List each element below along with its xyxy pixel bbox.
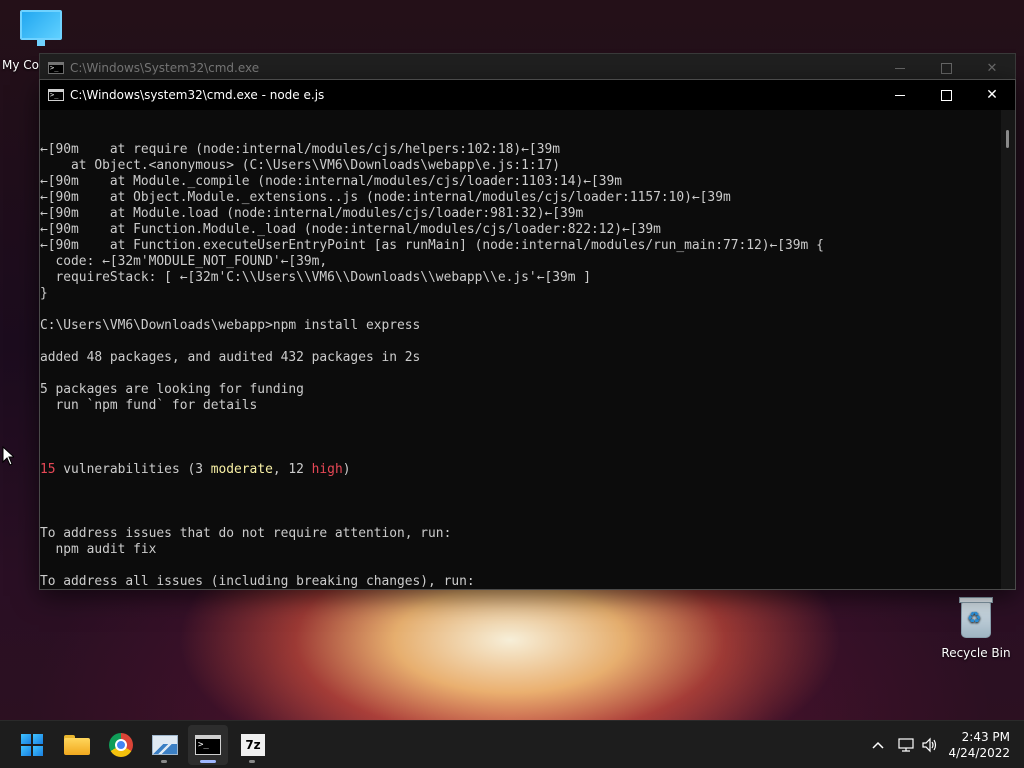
running-indicator <box>161 760 167 763</box>
console-line: ←[90m at Object.Module._extensions..js (… <box>40 190 731 205</box>
minimize-button[interactable] <box>877 54 923 82</box>
running-indicator <box>249 760 255 763</box>
console-line: added 48 packages, and audited 432 packa… <box>40 350 421 365</box>
console-line: ←[90m at Function.Module._load (node:int… <box>40 222 661 237</box>
active-indicator <box>200 760 216 763</box>
system-clock[interactable]: 2:43 PM 4/24/2022 <box>948 729 1010 761</box>
desktop-icon-label: Recycle Bin <box>941 646 1011 660</box>
taskbar-resource-monitor[interactable] <box>145 725 185 765</box>
console-line: 5 packages are looking for funding <box>40 382 304 397</box>
console-line: run `npm fund` for details <box>40 398 258 413</box>
taskbar-file-explorer[interactable] <box>57 725 97 765</box>
resource-monitor-icon <box>152 735 178 755</box>
console-line: at Object.<anonymous> (C:\Users\VM6\Down… <box>40 158 560 173</box>
scrollbar-thumb[interactable] <box>1006 130 1009 148</box>
maximize-button[interactable] <box>923 80 969 110</box>
console-line: ←[90m at require (node:internal/modules/… <box>40 142 560 157</box>
start-button[interactable] <box>12 725 52 765</box>
clock-time: 2:43 PM <box>961 730 1010 744</box>
console-line: npm audit fix <box>40 542 157 557</box>
taskbar-command-prompt[interactable] <box>188 725 228 765</box>
window-titlebar[interactable]: C:\Windows\system32\cmd.exe - node e.js … <box>40 80 1015 110</box>
window-title: C:\Windows\System32\cmd.exe <box>70 61 260 75</box>
console-line: } <box>40 286 48 301</box>
vuln-text: , 12 <box>272 462 312 477</box>
minimize-button[interactable] <box>877 80 923 110</box>
desktop-icon-recycle-bin[interactable]: ♻ Recycle Bin <box>938 596 1014 660</box>
console-line: code: ←[32m'MODULE_NOT_FOUND'←[39m, <box>40 254 328 269</box>
taskbar-chrome[interactable] <box>101 725 141 765</box>
vuln-moderate: moderate <box>210 462 273 477</box>
taskbar: 7z 2:43 PM 4/24/2022 <box>0 720 1024 768</box>
console-line: ←[90m at Module.load (node:internal/modu… <box>40 206 584 221</box>
clock-date: 4/24/2022 <box>948 746 1010 760</box>
chrome-icon <box>109 733 133 757</box>
network-icon[interactable] <box>896 735 916 755</box>
cmd-icon <box>48 89 64 101</box>
terminal-icon <box>195 735 221 755</box>
close-button[interactable]: ✕ <box>969 54 1015 82</box>
cmd-icon <box>48 62 64 74</box>
folder-icon <box>64 735 90 755</box>
console-line: To address issues that do not require at… <box>40 526 452 541</box>
7zip-icon: 7z <box>241 734 265 756</box>
taskbar-7zip[interactable]: 7z <box>233 725 273 765</box>
window-title: C:\Windows\system32\cmd.exe - node e.js <box>70 88 325 102</box>
console-line: requireStack: [ ←[32m'C:\\Users\\VM6\\Do… <box>40 270 592 285</box>
desktop-icon-my-computer[interactable]: My Computer <box>2 10 83 72</box>
vuln-count: 15 <box>40 462 56 477</box>
window-titlebar[interactable]: C:\Windows\System32\cmd.exe <box>40 54 1015 82</box>
console-line: C:\Users\VM6\Downloads\webapp>npm instal… <box>40 318 421 333</box>
volume-icon[interactable] <box>920 735 940 755</box>
mouse-cursor-icon <box>2 446 14 466</box>
console-line: ←[90m at Function.executeUserEntryPoint … <box>40 238 824 253</box>
close-button[interactable]: ✕ <box>969 80 1015 110</box>
cmd-window[interactable]: C:\Windows\system32\cmd.exe - node e.js … <box>39 79 1016 590</box>
maximize-button[interactable] <box>923 54 969 82</box>
chevron-up-icon[interactable] <box>868 735 888 755</box>
console-line: To address all issues (including breakin… <box>40 574 475 589</box>
windows-logo-icon <box>21 734 43 756</box>
recycle-bin-icon: ♻ <box>959 596 993 638</box>
vuln-text: ) <box>342 462 351 477</box>
vuln-text: vulnerabilities (3 <box>55 462 211 477</box>
console-line-vulnerabilities: 15 vulnerabilities (3 moderate, 12 high) <box>40 462 1003 478</box>
vertical-scrollbar[interactable] <box>1001 110 1015 589</box>
computer-icon <box>20 10 62 46</box>
vuln-high: high <box>311 462 343 477</box>
console-output[interactable]: ←[90m at require (node:internal/modules/… <box>40 110 1003 589</box>
console-line: ←[90m at Module._compile (node:internal/… <box>40 174 623 189</box>
